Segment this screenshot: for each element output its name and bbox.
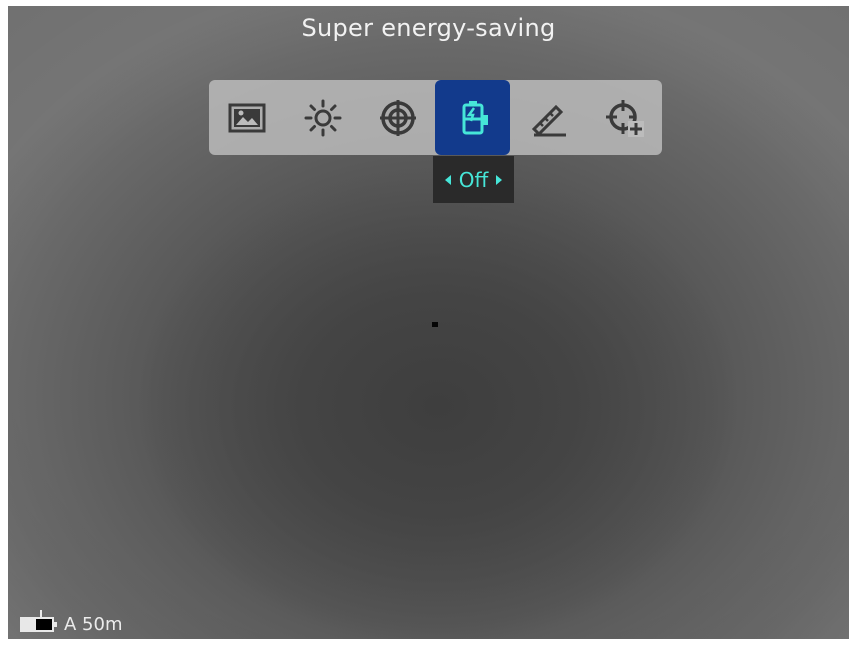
- tool-reticle[interactable]: [360, 80, 435, 155]
- right-arrow-icon[interactable]: [496, 174, 503, 185]
- image-mode-icon: [228, 103, 265, 132]
- center-aim-dot: [432, 322, 438, 327]
- tool-brightness[interactable]: [285, 80, 360, 155]
- status-bar: A 50m: [20, 609, 122, 639]
- reticle-icon: [379, 99, 416, 136]
- brightness-icon: [304, 99, 341, 136]
- mode-distance-label: A 50m: [64, 613, 123, 635]
- crosshair-plus-icon: [605, 99, 644, 137]
- menu-toolbar: [209, 80, 662, 155]
- tool-image-mode[interactable]: [209, 80, 284, 155]
- page-title: Super energy-saving: [301, 14, 556, 42]
- energy-saving-icon: [462, 100, 488, 134]
- battery-tick-mark: [40, 609, 42, 617]
- battery-icon: [20, 609, 57, 632]
- tool-energy-saving[interactable]: [435, 80, 510, 155]
- thermal-view: Super energy-saving Off A 50m: [8, 6, 849, 639]
- left-arrow-icon[interactable]: [444, 174, 451, 185]
- option-value-selector[interactable]: Off: [433, 156, 514, 203]
- tool-zeroing[interactable]: [587, 80, 662, 155]
- tool-ruler[interactable]: [511, 80, 586, 155]
- option-value: Off: [458, 167, 489, 192]
- ruler-pencil-icon: [531, 104, 566, 136]
